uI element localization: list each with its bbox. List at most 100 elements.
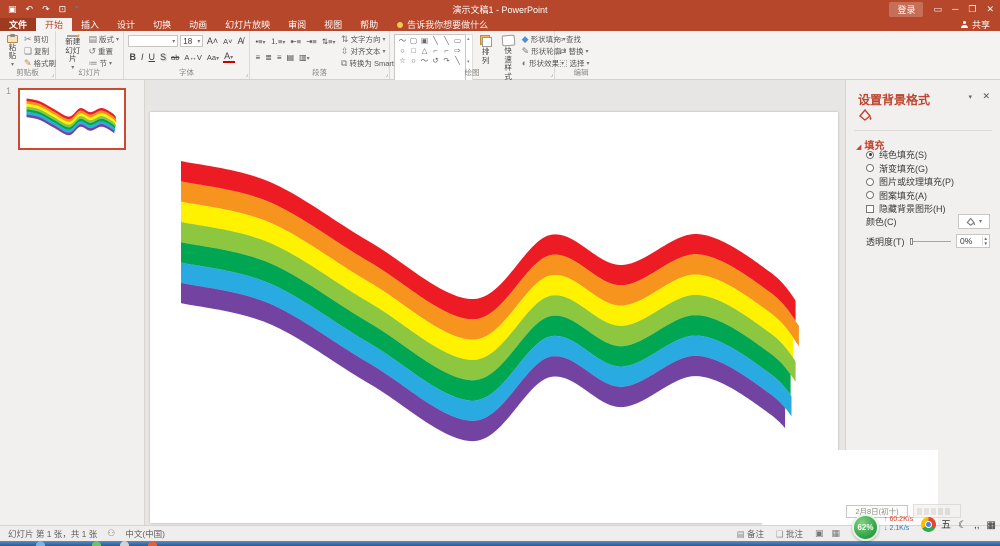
notes-button[interactable]: ▤ 备注	[737, 528, 764, 540]
transparency-slider[interactable]	[910, 241, 952, 242]
rainbow-shape[interactable]	[150, 112, 838, 523]
tab-切换[interactable]: 切换	[144, 18, 180, 31]
shape-glyph-icon[interactable]: ⌐	[441, 46, 452, 56]
slider-handle[interactable]	[910, 238, 913, 245]
share-button[interactable]: 共享	[961, 18, 1000, 31]
tab-设计[interactable]: 设计	[108, 18, 144, 31]
shape-glyph-icon[interactable]: ▭	[452, 36, 463, 46]
tab-帮助[interactable]: 帮助	[351, 18, 387, 31]
checkbox-icon[interactable]	[866, 205, 874, 213]
pane-close-icon[interactable]: ✕	[982, 91, 990, 102]
shape-glyph-icon[interactable]: ↺	[430, 56, 441, 66]
tab-审阅[interactable]: 审阅	[279, 18, 315, 31]
justify-button[interactable]: ▤	[285, 53, 296, 62]
shape-glyph-icon[interactable]: ⇨	[452, 46, 463, 56]
accessibility-icon[interactable]: ⚇	[107, 528, 115, 539]
copy-button[interactable]: ❏复制	[24, 46, 56, 57]
cut-button[interactable]: ✂剪切	[24, 34, 56, 45]
tab-插入[interactable]: 插入	[72, 18, 108, 31]
paste-button[interactable]: 粘贴 ▾	[4, 34, 21, 69]
tab-动画[interactable]: 动画	[180, 18, 216, 31]
decrease-indent-button[interactable]: ⇤≡	[289, 37, 303, 46]
tab-幻灯片放映[interactable]: 幻灯片放映	[216, 18, 279, 31]
shape-glyph-icon[interactable]: ╲	[441, 36, 452, 46]
shape-glyph-icon[interactable]: ☆	[397, 56, 408, 66]
shape-glyph-icon[interactable]: 〜	[397, 36, 408, 46]
taskbar-app-icon[interactable]	[36, 541, 45, 546]
sign-in-button[interactable]: 登录	[889, 2, 923, 17]
language-indicator[interactable]: 中文(中国)	[125, 528, 165, 540]
pane-options-icon[interactable]: ▾	[968, 93, 972, 101]
shape-glyph-icon[interactable]: ⌐	[430, 46, 441, 56]
align-left-button[interactable]: ≡	[254, 53, 262, 62]
chrome-icon[interactable]	[921, 517, 936, 532]
taskbar-app-icon[interactable]	[92, 541, 101, 546]
shape-glyph-icon[interactable]: 〜	[419, 56, 430, 66]
shape-glyph-icon[interactable]: ○	[397, 46, 408, 56]
clipboard-dialog-launcher-icon[interactable]: ⌟	[51, 71, 54, 78]
layout-button[interactable]: ▤版式▾	[88, 34, 119, 45]
shape-glyph-icon[interactable]: ▣	[419, 36, 430, 46]
fill-option-radio[interactable]: 图案填充(A)	[866, 191, 954, 200]
shape-glyph-icon[interactable]: ╲	[452, 56, 463, 66]
replace-button[interactable]: ⇄替换▾	[559, 46, 603, 57]
tray-icon[interactable]: 五	[941, 521, 951, 531]
paragraph-dialog-launcher-icon[interactable]: ⌟	[385, 71, 388, 78]
shape-glyph-icon[interactable]: ╲	[430, 36, 441, 46]
text-shadow-button[interactable]: S	[159, 52, 168, 62]
font-size-combo[interactable]: 18▾	[180, 35, 203, 47]
find-button[interactable]: ⌕查找	[559, 34, 603, 45]
tab-视图[interactable]: 视图	[315, 18, 351, 31]
comments-button[interactable]: ❑ 批注	[776, 528, 803, 540]
bold-button[interactable]: B	[128, 52, 138, 62]
new-slide-button[interactable]: 新建幻灯片 ▾	[60, 34, 85, 69]
taskbar-app-icon[interactable]	[120, 541, 129, 546]
tab-开始[interactable]: 开始	[36, 18, 72, 31]
font-name-combo[interactable]: ▾	[128, 35, 178, 47]
align-center-button[interactable]: ≣	[264, 53, 274, 62]
radio-icon[interactable]	[866, 164, 874, 172]
fill-option-radio[interactable]: 图片或纹理填充(P)	[866, 177, 954, 186]
customize-qat-icon[interactable]: ▾	[75, 4, 78, 15]
strikethrough-button[interactable]: ab	[170, 53, 181, 62]
slide-thumbnail[interactable]	[18, 88, 126, 150]
drawing-dialog-launcher-icon[interactable]: ⌟	[550, 71, 553, 78]
minimize-icon[interactable]: ─	[952, 4, 958, 14]
bullets-button[interactable]: •≡▾	[254, 37, 267, 46]
grow-font-button[interactable]: A˄	[205, 36, 219, 46]
slide-sorter-view-icon[interactable]: ▦	[831, 528, 840, 539]
shape-glyph-icon[interactable]: △	[419, 46, 430, 56]
character-spacing-button[interactable]: A↔V	[183, 53, 204, 62]
spin-down-icon[interactable]: ▼	[984, 241, 988, 246]
tell-me-search[interactable]: 告诉我你想要做什么	[387, 18, 498, 31]
increase-indent-button[interactable]: ⇥≡	[305, 37, 319, 46]
align-right-button[interactable]: ≡	[275, 53, 283, 62]
numbering-button[interactable]: ⒈≡▾	[269, 36, 287, 47]
slide-canvas[interactable]	[150, 112, 838, 523]
reset-button[interactable]: ↺重置	[88, 46, 119, 57]
save-icon[interactable]: ▣	[8, 4, 17, 15]
restore-icon[interactable]: ❐	[968, 4, 976, 15]
tray-icon[interactable]: ☾	[958, 521, 967, 531]
shape-glyph-icon[interactable]: ↷	[441, 56, 452, 66]
italic-button[interactable]: I	[140, 52, 146, 62]
underline-button[interactable]: U	[147, 52, 157, 62]
slideshow-icon[interactable]: ⊡	[59, 4, 67, 15]
fill-option-radio[interactable]: 纯色填充(S)	[866, 150, 954, 159]
color-picker-button[interactable]: ▾	[958, 214, 990, 229]
tab-文件[interactable]: 文件	[0, 18, 36, 31]
line-spacing-button[interactable]: ⇅≡▾	[320, 37, 337, 46]
change-case-button[interactable]: Aa▾	[205, 53, 220, 62]
windows-taskbar[interactable]	[0, 541, 1000, 546]
tray-icon[interactable]: ,,	[974, 521, 980, 531]
fill-option-checkbox[interactable]: 隐藏背景图形(H)	[866, 204, 954, 213]
shape-glyph-icon[interactable]: □	[408, 46, 419, 56]
radio-icon[interactable]	[866, 178, 874, 186]
undo-icon[interactable]: ↶	[26, 4, 34, 15]
columns-button[interactable]: ▥▾	[298, 53, 312, 62]
radio-icon[interactable]	[866, 191, 874, 199]
ribbon-display-options-icon[interactable]: ▭	[933, 4, 942, 15]
normal-view-icon[interactable]: ▣	[815, 528, 824, 539]
font-color-button[interactable]: A▾	[223, 51, 235, 63]
speed-ball-widget[interactable]: 62%	[852, 514, 879, 541]
